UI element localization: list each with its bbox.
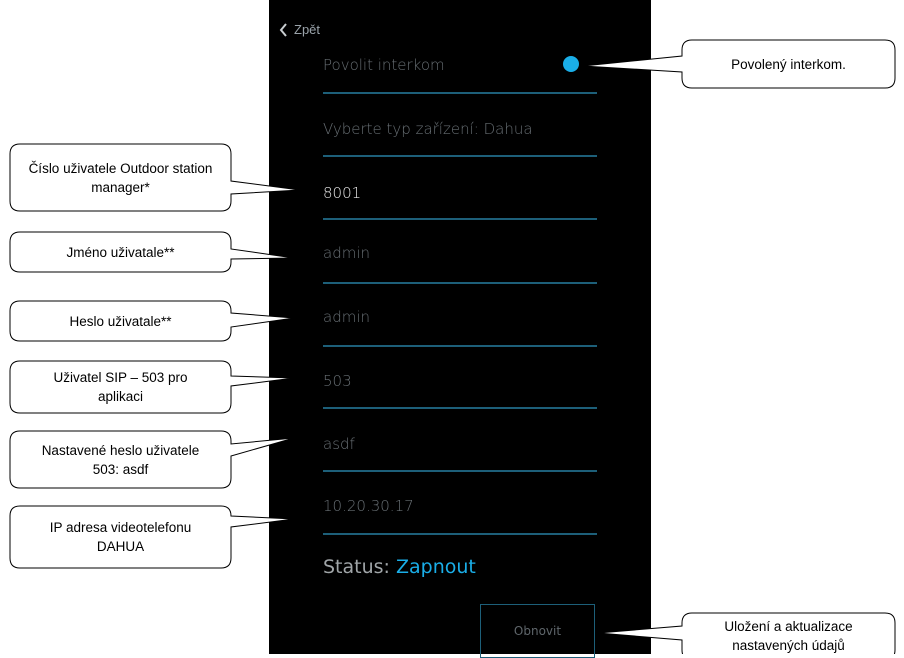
callout-username: Jméno uživatale** (66, 244, 175, 260)
callout-sip-password: Nastavené heslo uživatele 503: asdf (41, 442, 200, 477)
callout-save-update: Uložení a aktualizace nastavených údajů (724, 619, 853, 653)
callout-manager-number: Číslo uživatele Outdoor station manager* (28, 160, 213, 195)
callout-sip-user: Uživatel SIP – 503 pro aplikaci (53, 370, 188, 404)
callout-ip-address: IP adresa videotelefonu DAHUA (49, 520, 192, 554)
callout-intercom-enabled: Povolený interkom. (731, 56, 846, 72)
callout-password: Heslo uživatale** (69, 313, 172, 329)
